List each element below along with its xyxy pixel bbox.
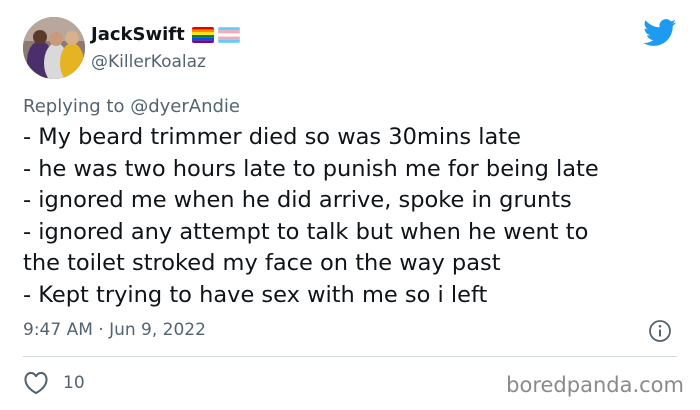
tweet-text: - My beard trimmer died so was 30mins la… <box>23 122 693 311</box>
tweet-text-line: the toilet stroked my face on the way pa… <box>23 250 501 276</box>
rainbow-pride-flag-icon <box>191 27 214 43</box>
tweet-text-line: - ignored me when he did arrive, spoke i… <box>23 187 572 213</box>
replying-to: Replying to @dyerAndie <box>23 96 240 118</box>
info-icon[interactable] <box>648 319 672 343</box>
flag-emojis <box>191 27 240 43</box>
like-button[interactable]: 10 <box>23 371 85 395</box>
display-name[interactable]: JackSwift <box>91 24 185 46</box>
transgender-pride-flag-icon <box>217 27 240 43</box>
author-name-row: JackSwift <box>91 24 240 46</box>
twitter-bird-icon[interactable] <box>643 19 677 47</box>
tweet-text-line: - he was two hours late to punish me for… <box>23 155 599 182</box>
avatar-photo <box>23 17 85 79</box>
tweet-timestamp[interactable]: 9:47 AM · Jun 9, 2022 <box>23 320 206 340</box>
tweet-text-line: - Kept trying to have sex with me so i l… <box>23 281 488 308</box>
watermark: boredpanda.com <box>506 373 684 397</box>
replying-to-mention[interactable]: @dyerAndie <box>130 96 240 117</box>
author-handle[interactable]: @KillerKoalaz <box>91 52 206 72</box>
replying-to-prefix: Replying to <box>23 96 125 117</box>
heart-icon[interactable] <box>23 371 49 395</box>
like-count: 10 <box>63 373 85 393</box>
tweet-text-line: - My beard trimmer died so was 30mins la… <box>23 124 521 150</box>
tweet-text-line: - ignored any attempt to talk but when h… <box>23 218 589 245</box>
avatar[interactable] <box>23 17 85 79</box>
divider <box>23 356 677 357</box>
